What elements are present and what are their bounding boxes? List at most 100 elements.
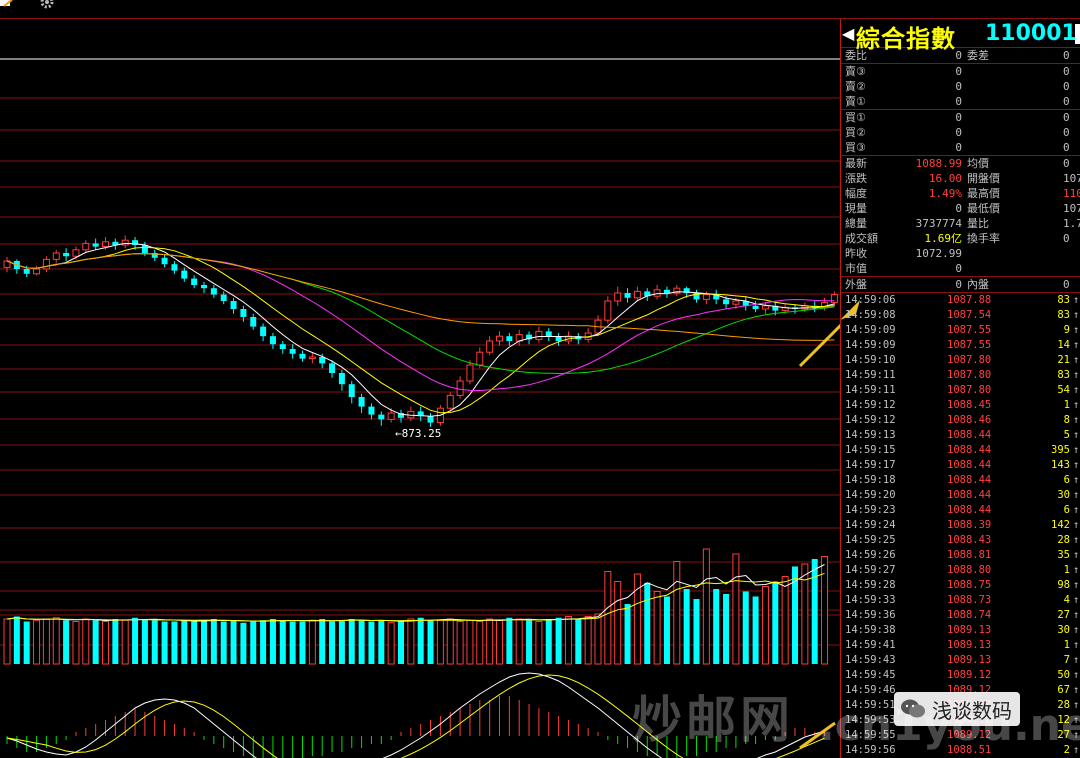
tick-row[interactable]: 14:59:15 1088.44 395 ↑ (841, 443, 1080, 458)
tick-price: 1087.80 (947, 369, 992, 381)
tick-direction: ↑ (1073, 309, 1080, 321)
tick-row[interactable]: 14:59:27 1088.80 1 ↑ (841, 563, 1080, 578)
tick-time: 14:59:09 (845, 324, 896, 336)
candle-body (181, 270, 188, 279)
tick-row[interactable]: 14:59:17 1088.44 143 ↑ (841, 458, 1080, 473)
row-value: 1088.99 (915, 157, 962, 170)
buy-level-row: 買② 0 0 (841, 125, 1080, 140)
tick-row[interactable]: 14:59:06 1087.88 83 ↑ (841, 293, 1080, 308)
gear-icon[interactable] (40, 0, 54, 10)
volume-bar (535, 621, 543, 665)
tick-time: 14:59:09 (845, 339, 896, 351)
candle-body (732, 300, 740, 305)
tick-volume: 395 (1051, 444, 1070, 456)
tick-time: 14:59:23 (845, 504, 896, 516)
tick-row[interactable]: 14:59:10 1087.80 21 ↑ (841, 353, 1080, 368)
tick-row[interactable]: 14:59:45 1089.12 50 ↑ (841, 668, 1080, 683)
volume-bar (82, 618, 90, 665)
tick-volume: 98 (1057, 579, 1070, 591)
volume-bar (368, 621, 375, 664)
tick-row[interactable]: 14:59:20 1088.44 30 ↑ (841, 488, 1080, 503)
volume-bar (693, 599, 700, 664)
tick-row[interactable]: 14:59:28 1088.75 98 ↑ (841, 578, 1080, 593)
tick-row[interactable]: 14:59:09 1087.55 9 ↑ (841, 323, 1080, 338)
tick-time: 14:59:20 (845, 489, 896, 501)
tick-time: 14:59:18 (845, 474, 896, 486)
volume-bar (476, 621, 484, 665)
tick-row[interactable]: 14:59:12 1088.46 8 ↑ (841, 413, 1080, 428)
row-label: 賣② (845, 80, 866, 93)
tick-row[interactable]: 14:59:08 1087.54 83 ↑ (841, 308, 1080, 323)
candle-body (201, 285, 207, 289)
row-label-2: 最低價 (967, 202, 1000, 215)
tick-row[interactable]: 14:59:13 1088.44 5 ↑ (841, 428, 1080, 443)
tick-price: 1088.80 (947, 564, 992, 576)
volume-bar (398, 621, 404, 664)
candle-body (240, 309, 247, 317)
candle-body (279, 344, 286, 349)
row-value-2: 0 (1063, 278, 1070, 291)
stat-row: 總量 3737774 量比 1.71 (841, 216, 1080, 231)
tick-row[interactable]: 14:59:18 1088.44 6 ↑ (841, 473, 1080, 488)
tick-row[interactable]: 14:59:23 1088.44 6 ↑ (841, 503, 1080, 518)
tick-time: 14:59:12 (845, 399, 896, 411)
tick-direction: ↑ (1073, 459, 1080, 471)
volume-bar (575, 619, 582, 664)
prev-arrow-icon[interactable]: ◀ (842, 24, 854, 43)
candle-body (308, 356, 316, 360)
row-label: 成交額 (845, 232, 878, 245)
tick-row[interactable]: 14:59:43 1089.13 7 ↑ (841, 653, 1080, 668)
tick-direction: ↑ (1073, 354, 1080, 366)
row-label-2: 均價 (967, 157, 989, 170)
volume-ma-lines (6, 564, 825, 622)
tick-row[interactable]: 14:59:26 1088.81 35 ↑ (841, 548, 1080, 563)
kline-chart[interactable]: ←873.25 (0, 19, 840, 758)
tick-volume: 4 (1063, 594, 1070, 606)
volume-bar (338, 620, 345, 664)
tick-volume: 9 (1063, 324, 1070, 336)
tick-row[interactable]: 14:59:11 1087.80 83 ↑ (841, 368, 1080, 383)
tick-price: 1088.44 (947, 504, 992, 516)
tick-direction: ↑ (1073, 609, 1080, 621)
tick-volume: 35 (1057, 549, 1070, 561)
tick-row[interactable]: 14:59:38 1089.13 30 ↑ (841, 623, 1080, 638)
tick-direction: ↑ (1073, 684, 1080, 696)
volume-bar (387, 622, 395, 665)
row-label-2: 量比 (967, 217, 989, 230)
volume-bar (614, 581, 622, 665)
volume-bar (23, 621, 30, 664)
tick-volume: 1 (1063, 639, 1070, 651)
sell-book: 賣③ 0 0 賣② 0 0 賣① 0 0 (841, 64, 1080, 110)
tick-time: 14:59:10 (845, 354, 896, 366)
stat-row: 成交額 1.69亿 換手率 0 (841, 231, 1080, 246)
candle-body (663, 289, 670, 293)
tick-row[interactable]: 14:59:41 1089.13 1 ↑ (841, 638, 1080, 653)
volume-bar (112, 619, 119, 664)
candle-body (761, 305, 769, 310)
tick-price: 1088.44 (947, 429, 992, 441)
volume-bar (683, 589, 690, 664)
quote-panel: ◀ 綜合指數 110001 委比 0 委差 0 賣③ 0 0 賣② 0 0 賣① 0 0 買① 0 0 買②… (840, 19, 1080, 758)
tick-row[interactable]: 14:59:09 1087.55 14 ↑ (841, 338, 1080, 353)
edit-icon[interactable] (0, 0, 14, 10)
tick-row[interactable]: 14:59:36 1088.74 27 ↑ (841, 608, 1080, 623)
volume-bar (644, 582, 651, 664)
ma20-line (6, 253, 835, 392)
candle-body (378, 414, 385, 420)
row-value: 0 (955, 278, 962, 291)
tick-price: 1089.13 (947, 624, 992, 636)
volume-bar (526, 620, 533, 664)
tick-row[interactable]: 14:59:33 1088.73 4 ↑ (841, 593, 1080, 608)
candle-body (476, 351, 484, 366)
tick-volume: 30 (1057, 489, 1070, 501)
tick-direction: ↑ (1073, 504, 1080, 516)
tick-list[interactable]: 14:59:06 1087.88 83 ↑ 14:59:08 1087.54 83 ↑ 14:5… (841, 293, 1080, 758)
tick-row[interactable]: 14:59:11 1087.80 54 ↑ (841, 383, 1080, 398)
tick-row[interactable]: 14:59:24 1088.39 142 ↑ (841, 518, 1080, 533)
tick-price: 1087.55 (947, 324, 992, 336)
tick-volume: 143 (1051, 459, 1070, 471)
tick-volume: 6 (1063, 504, 1070, 516)
row-label: 賣③ (845, 65, 866, 78)
tick-row[interactable]: 14:59:25 1088.43 28 ↑ (841, 533, 1080, 548)
tick-row[interactable]: 14:59:12 1088.45 1 ↑ (841, 398, 1080, 413)
